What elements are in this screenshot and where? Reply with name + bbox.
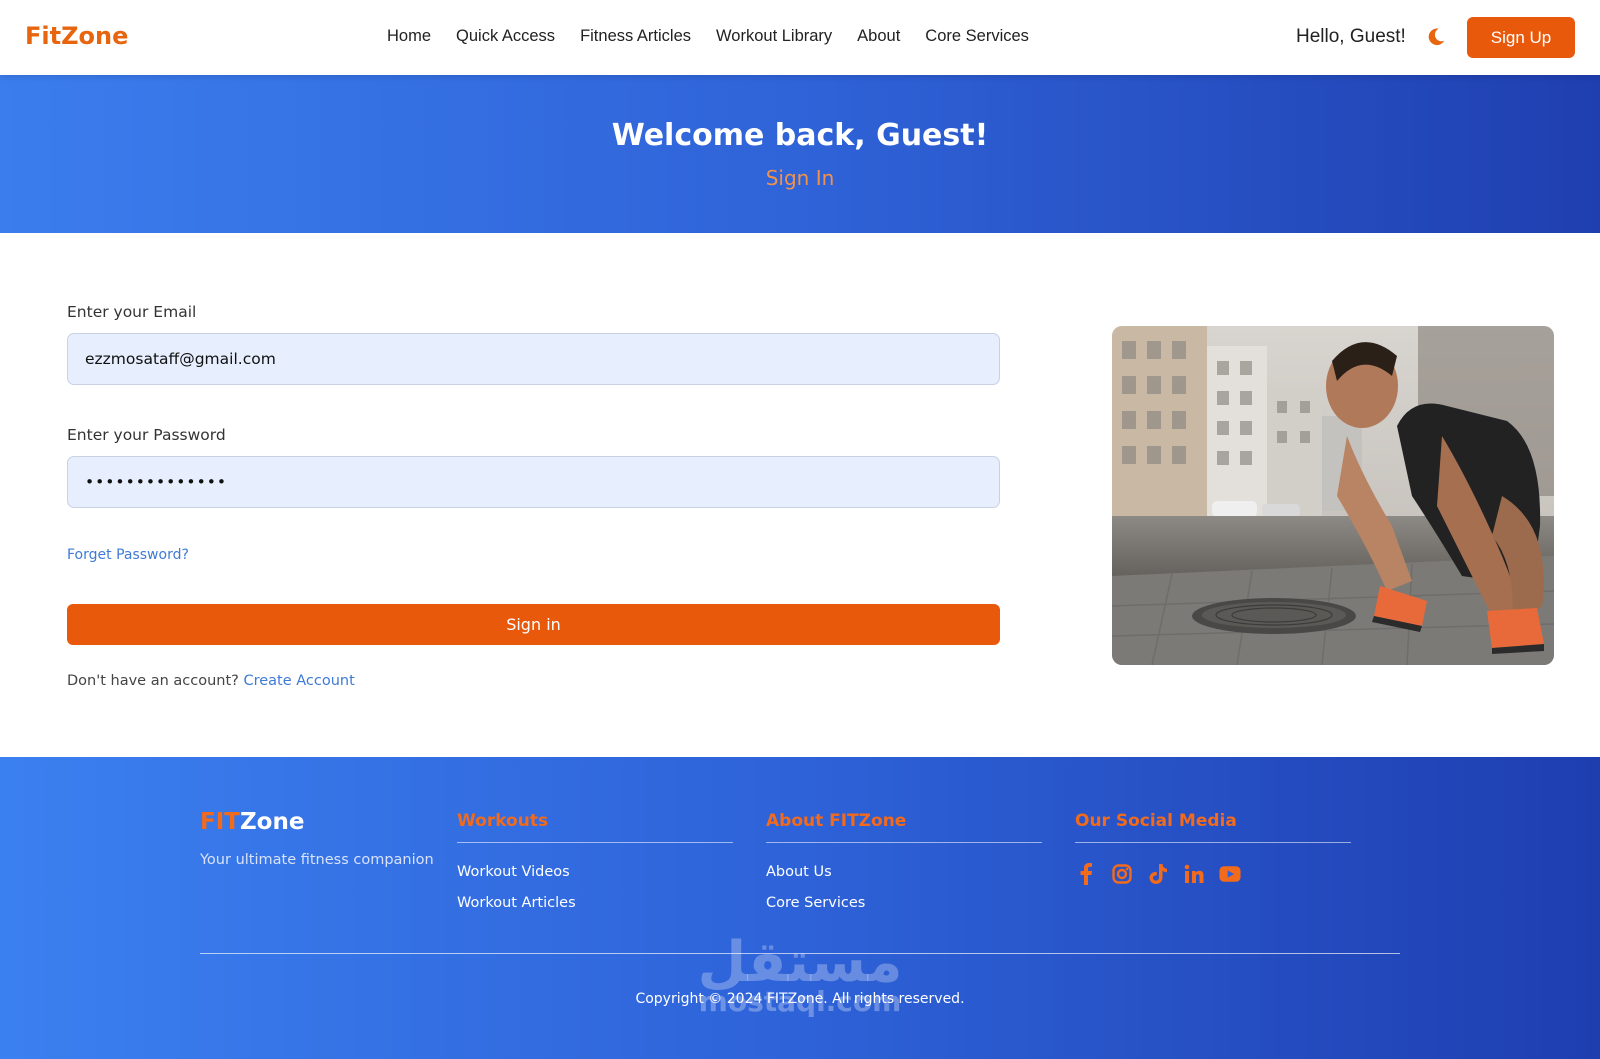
email-label: Enter your Email <box>67 303 197 321</box>
footer-link-about-us[interactable]: About Us <box>766 864 1042 880</box>
email-field[interactable] <box>67 333 1000 385</box>
footer: FITZone Your ultimate fitness companion … <box>0 757 1600 1059</box>
watermark-arabic: مستقل <box>697 930 903 995</box>
footer-col-workouts: Workouts Workout Videos Workout Articles <box>457 811 733 926</box>
facebook-icon[interactable] <box>1075 863 1097 885</box>
hero-banner: Welcome back, Guest! Sign In <box>0 75 1600 233</box>
copyright-text: Copyright © 2024 FITZone. All rights res… <box>635 991 965 1007</box>
nav-quick-access[interactable]: Quick Access <box>456 27 555 46</box>
footer-col-social: Our Social Media <box>1075 811 1351 885</box>
no-account-text: Don't have an account? <box>67 673 239 689</box>
user-greeting: Hello, Guest! <box>1296 26 1406 47</box>
nav-fitness-articles[interactable]: Fitness Articles <box>580 27 691 46</box>
footer-col-about: About FITZone About Us Core Services <box>766 811 1042 926</box>
footer-link-workout-articles[interactable]: Workout Articles <box>457 895 733 911</box>
footer-col-title: Workouts <box>457 811 733 843</box>
footer-link-core-services[interactable]: Core Services <box>766 895 1042 911</box>
hero-title: Welcome back, Guest! <box>611 118 989 153</box>
linkedin-icon[interactable] <box>1183 863 1205 885</box>
youtube-icon[interactable] <box>1219 863 1241 885</box>
instagram-icon[interactable] <box>1111 863 1133 885</box>
moon-icon[interactable] <box>1425 26 1447 48</box>
tiktok-icon[interactable] <box>1147 863 1169 885</box>
footer-col-title: Our Social Media <box>1075 811 1351 843</box>
footer-brand-accent: FIT <box>200 809 240 835</box>
footer-brand-rest: Zone <box>239 809 305 835</box>
forgot-password-link[interactable]: Forget Password? <box>67 547 189 563</box>
footer-divider <box>200 953 1400 954</box>
nav-core-services[interactable]: Core Services <box>925 27 1029 46</box>
footer-link-workout-videos[interactable]: Workout Videos <box>457 864 733 880</box>
nav-links: Home Quick Access Fitness Articles Worko… <box>387 27 1029 46</box>
signin-button[interactable]: Sign in <box>67 604 1000 645</box>
nav-workout-library[interactable]: Workout Library <box>716 27 832 46</box>
nav-home[interactable]: Home <box>387 27 431 46</box>
password-field[interactable] <box>67 456 1000 508</box>
create-account-line: Don't have an account? Create Account <box>67 673 355 689</box>
footer-tagline: Your ultimate fitness companion <box>200 852 434 868</box>
navbar: FitZone Home Quick Access Fitness Articl… <box>0 0 1600 75</box>
social-icons <box>1075 863 1351 885</box>
brand-logo[interactable]: FitZone <box>25 22 128 50</box>
nav-about[interactable]: About <box>857 27 900 46</box>
signup-button[interactable]: Sign Up <box>1467 17 1575 58</box>
runner-photo <box>1112 326 1554 665</box>
footer-brand[interactable]: FITZone <box>200 809 304 835</box>
footer-col-title: About FITZone <box>766 811 1042 843</box>
create-account-link[interactable]: Create Account <box>243 673 354 689</box>
hero-subtitle: Sign In <box>765 166 835 190</box>
password-label: Enter your Password <box>67 426 226 444</box>
